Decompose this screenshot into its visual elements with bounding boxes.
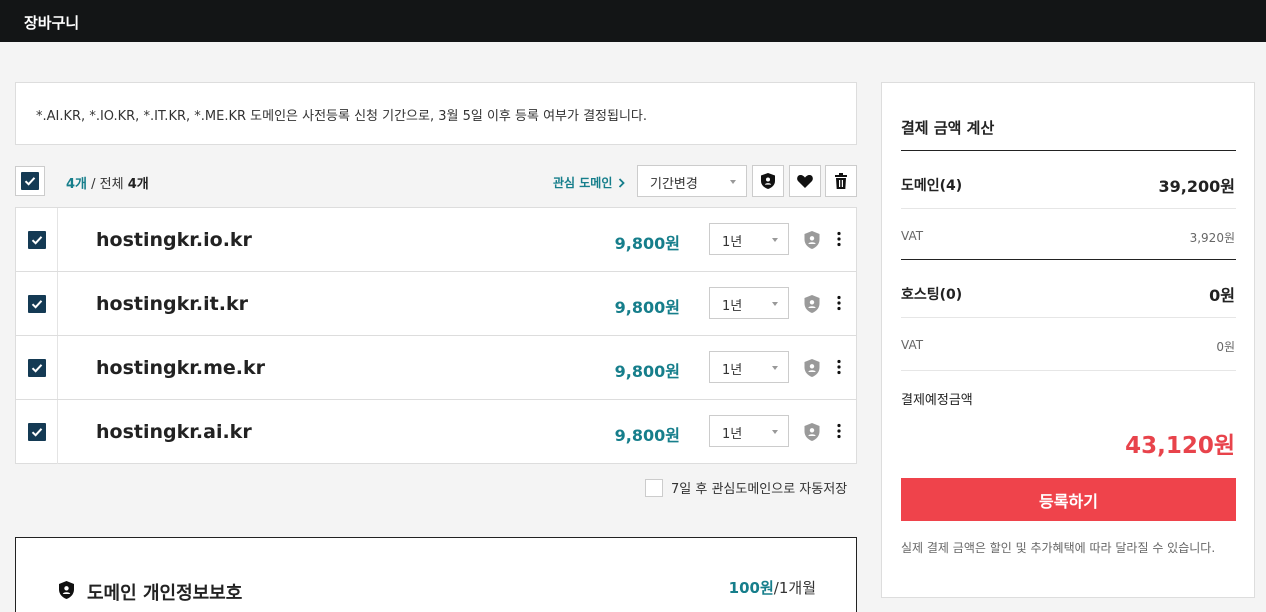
term-value: 1년 [722, 235, 743, 250]
privacy-price: 100원/1개월 [729, 577, 816, 598]
amount-due-value: 43,120원 [1125, 433, 1235, 459]
delete-selected-button[interactable] [825, 165, 857, 197]
checkbox-checked [21, 172, 39, 190]
cart-item-row: hostingkr.me.kr 9,800원 1년 [16, 336, 856, 400]
selection-count: 4개 / 전체 4개 [66, 173, 149, 192]
hosting-subtotal-value: 0원 [1209, 286, 1235, 305]
domain-vat-value: 3,920원 [1189, 231, 1235, 245]
divider [901, 370, 1236, 371]
item-checkbox[interactable] [16, 336, 58, 399]
privacy-bulk-button[interactable] [752, 165, 784, 197]
checkbox-checked [27, 358, 46, 377]
register-button[interactable]: 등록하기 [901, 478, 1236, 521]
domain-name: hostingkr.io.kr [96, 229, 252, 251]
more-options-icon[interactable] [831, 356, 847, 378]
domain-name: hostingkr.ai.kr [96, 421, 252, 443]
select-all-checkbox[interactable] [15, 166, 45, 196]
divider [901, 150, 1236, 151]
notice-text: *.AI.KR, *.IO.KR, *.IT.KR, *.ME.KR 도메인은 … [36, 109, 648, 124]
hosting-vat-label: VAT [901, 338, 924, 352]
domain-subtotal-value: 39,200원 [1158, 177, 1235, 196]
period-select-value: 기간변경 [650, 177, 698, 192]
total-count: 4개 [127, 177, 149, 192]
top-bar: 장바구니 [0, 0, 1266, 42]
privacy-price-unit: /1개월 [773, 579, 816, 597]
cart-list: hostingkr.io.kr 9,800원 1년 hostingkr.it.k… [15, 207, 857, 464]
chevron-down-icon [772, 366, 778, 370]
heart-icon [797, 175, 813, 188]
notice-box: *.AI.KR, *.IO.KR, *.IT.KR, *.ME.KR 도메인은 … [15, 82, 857, 145]
divider [901, 317, 1236, 318]
term-value: 1년 [722, 363, 743, 378]
chevron-down-icon [772, 430, 778, 434]
privacy-shield-icon[interactable] [803, 294, 821, 314]
selected-count: 4개 [66, 177, 88, 192]
checkbox-checked [27, 423, 46, 441]
summary-note: 실제 결제 금액은 할인 및 추가혜택에 따라 달라질 수 있습니다. [901, 541, 1216, 555]
privacy-shield-icon [59, 581, 74, 599]
chevron-right-icon [619, 177, 626, 188]
autosave-checkbox[interactable] [645, 478, 663, 497]
cart-item-row: hostingkr.io.kr 9,800원 1년 [16, 208, 856, 272]
term-value: 1년 [722, 427, 743, 442]
check-icon [31, 235, 42, 245]
payment-summary-panel: 결제 금액 계산 도메인(4) 39,200원 VAT 3,920원 호스팅(0… [881, 82, 1255, 598]
add-to-watchlist-button[interactable] [789, 165, 821, 197]
privacy-title: 도메인 개인정보보호 [87, 583, 243, 604]
autosave-option[interactable]: 7일 후 관심도메인으로 자동저장 [645, 478, 847, 497]
more-options-icon[interactable] [831, 228, 847, 250]
cart-toolbar: 4개 / 전체 4개 관심 도메인 기간변경 [15, 165, 857, 197]
chevron-down-icon [772, 302, 778, 306]
trash-icon [835, 173, 847, 189]
autosave-label: 7일 후 관심도메인으로 자동저장 [671, 482, 848, 497]
privacy-shield-icon[interactable] [803, 230, 821, 250]
domain-name: hostingkr.me.kr [96, 357, 266, 379]
amount-due-label: 결제예정금액 [901, 393, 973, 408]
chevron-down-icon [730, 180, 736, 184]
term-select[interactable]: 1년 [709, 351, 789, 383]
item-price: 9,800원 [614, 362, 680, 381]
privacy-shield-icon[interactable] [803, 358, 821, 378]
item-checkbox[interactable] [16, 208, 58, 271]
hosting-vat-value: 0원 [1216, 340, 1235, 354]
divider [901, 208, 1236, 209]
watch-domain-link[interactable]: 관심 도메인 [553, 174, 626, 191]
privacy-protection-panel: 도메인 개인정보보호 100원/1개월 [15, 537, 857, 612]
more-options-icon[interactable] [831, 292, 847, 314]
domain-subtotal-label: 도메인(4) [901, 178, 963, 194]
hosting-subtotal-label: 호스팅(0) [901, 287, 963, 303]
term-select[interactable]: 1년 [709, 223, 789, 255]
item-price: 9,800원 [614, 234, 680, 253]
check-icon [31, 363, 42, 373]
cart-item-row: hostingkr.ai.kr 9,800원 1년 [16, 400, 856, 464]
term-select[interactable]: 1년 [709, 415, 789, 447]
term-select[interactable]: 1년 [709, 287, 789, 319]
checkbox-checked [27, 294, 46, 313]
check-icon [24, 177, 36, 186]
privacy-price-amount: 100원 [728, 579, 774, 597]
period-change-select[interactable]: 기간변경 [637, 165, 747, 197]
page-title: 장바구니 [24, 14, 80, 32]
item-checkbox[interactable] [16, 272, 58, 335]
check-icon [31, 299, 42, 309]
item-price: 9,800원 [614, 298, 680, 317]
domain-vat-label: VAT [901, 229, 924, 243]
privacy-shield-icon [761, 173, 775, 189]
summary-title: 결제 금액 계산 [901, 119, 995, 137]
domain-name: hostingkr.it.kr [96, 293, 248, 315]
check-icon [31, 428, 42, 437]
cart-item-row: hostingkr.it.kr 9,800원 1년 [16, 272, 856, 336]
chevron-down-icon [772, 238, 778, 242]
term-value: 1년 [722, 299, 743, 314]
item-checkbox[interactable] [16, 400, 58, 464]
privacy-shield-icon[interactable] [803, 422, 821, 442]
item-price: 9,800원 [614, 426, 680, 445]
count-separator: / 전체 [87, 177, 128, 192]
more-options-icon[interactable] [831, 420, 847, 442]
divider [901, 259, 1236, 260]
checkbox-checked [27, 230, 46, 249]
watch-domain-label: 관심 도메인 [553, 176, 613, 190]
